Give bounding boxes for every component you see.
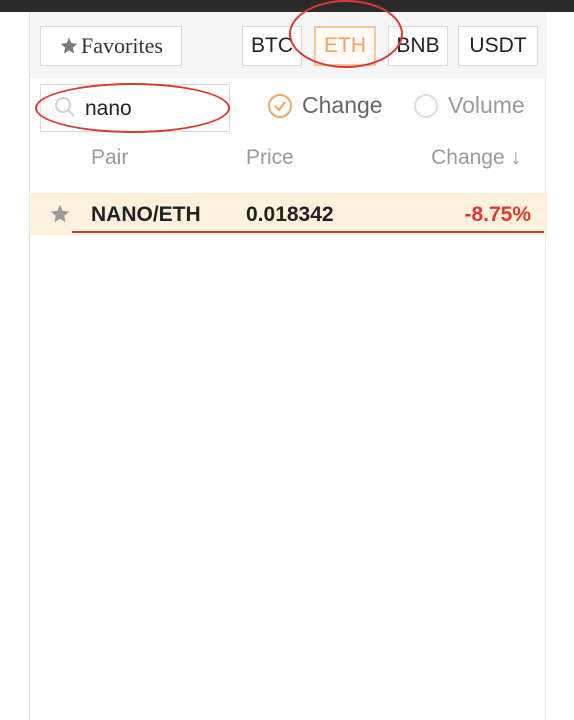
annotation-underline	[72, 231, 544, 233]
tab-btc[interactable]: BTC	[242, 26, 302, 66]
tab-usdt[interactable]: USDT	[458, 26, 538, 66]
search-input[interactable]	[85, 95, 225, 123]
sort-change-option[interactable]: Change	[268, 92, 383, 119]
search-icon	[55, 97, 75, 117]
column-header-pair[interactable]: Pair	[91, 146, 128, 170]
search-box[interactable]	[40, 84, 230, 132]
sort-volume-label: Volume	[448, 92, 525, 118]
column-header-price[interactable]: Price	[246, 146, 294, 170]
filter-row: Change Volume	[30, 78, 547, 138]
market-tabs-row: Favorites BTC ETH BNB USDT	[30, 12, 547, 78]
tab-usdt-label: USDT	[469, 34, 527, 57]
tab-bnb[interactable]: BNB	[388, 26, 448, 66]
star-icon[interactable]	[48, 203, 72, 225]
radio-checked-icon	[268, 93, 292, 118]
sort-change-label: Change	[302, 92, 383, 118]
row-change: -8.75%	[464, 203, 531, 226]
row-pair: NANO/ETH	[91, 203, 201, 226]
radio-unchecked-icon	[414, 93, 438, 118]
top-bar	[0, 0, 574, 12]
star-icon	[60, 37, 78, 54]
market-panel: Favorites BTC ETH BNB USDT Change Volume…	[29, 12, 547, 720]
tab-btc-label: BTC	[251, 34, 293, 57]
tab-eth[interactable]: ETH	[314, 26, 376, 66]
row-price: 0.018342	[246, 203, 334, 226]
tab-bnb-label: BNB	[396, 34, 440, 57]
favorites-label: Favorites	[81, 33, 163, 58]
tab-eth-label: ETH	[324, 34, 366, 57]
column-header-change[interactable]: Change ↓	[431, 146, 521, 170]
table-row[interactable]: NANO/ETH 0.018342 -8.75%	[30, 193, 547, 235]
favorites-button[interactable]: Favorites	[40, 26, 182, 66]
sort-volume-option[interactable]: Volume	[414, 92, 525, 119]
